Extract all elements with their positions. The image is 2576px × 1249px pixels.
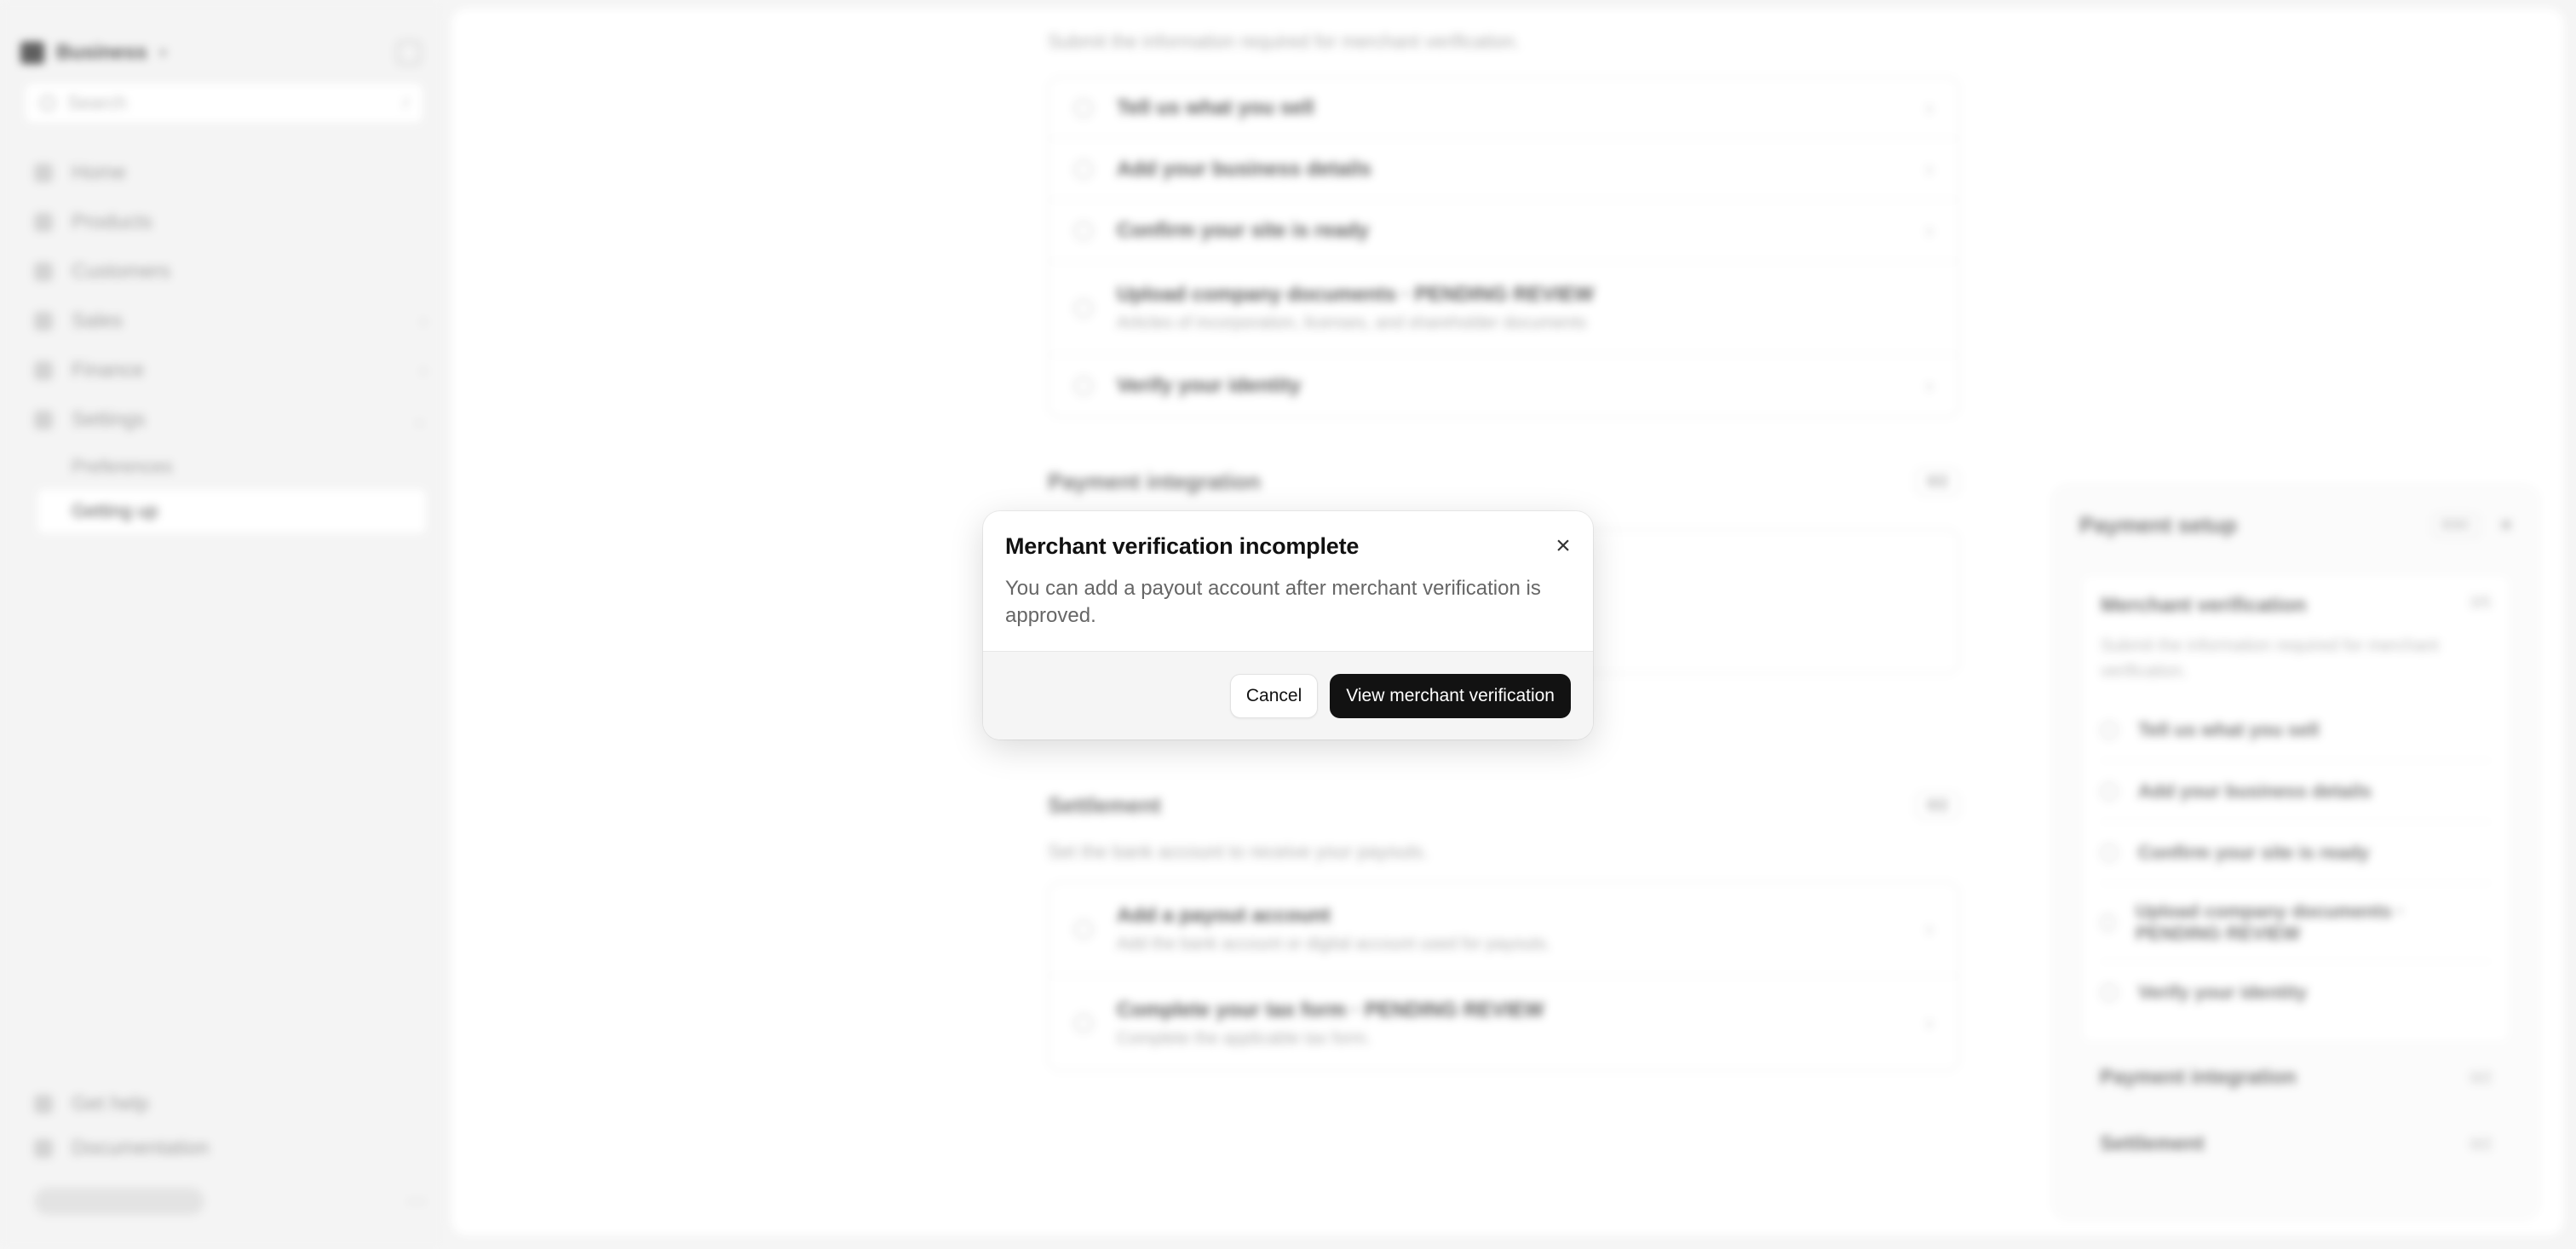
dialog-body: Merchant verification incomplete You can… [983,511,1593,651]
cancel-button[interactable]: Cancel [1229,673,1319,718]
merchant-verification-dialog: Merchant verification incomplete You can… [983,511,1593,740]
view-merchant-verification-button[interactable]: View merchant verification [1330,673,1571,718]
dialog-footer: Cancel View merchant verification [983,651,1593,740]
dialog-message: You can add a payout account after merch… [1005,577,1541,627]
close-icon[interactable]: × [1549,532,1578,561]
dialog-title: Merchant verification incomplete [1005,533,1360,559]
